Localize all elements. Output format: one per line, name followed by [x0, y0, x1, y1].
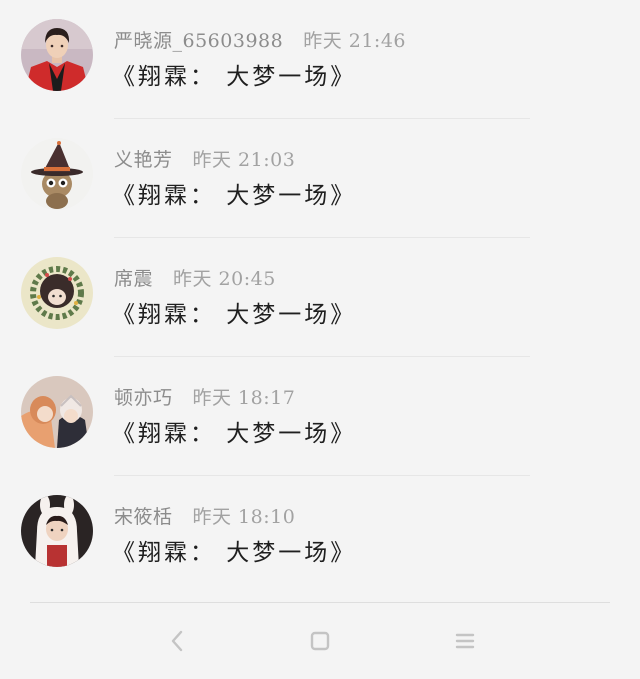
message-text: 《翔霖： 大梦一场》: [112, 183, 357, 209]
message-text: 《翔霖： 大梦一场》: [112, 540, 357, 566]
avatar[interactable]: [21, 257, 93, 329]
list-item[interactable]: 顿亦巧 昨天 18:17 《翔霖： 大梦一场》: [0, 357, 640, 476]
timestamp: 昨天 18:10: [192, 505, 296, 528]
username[interactable]: 义艳芳: [114, 145, 173, 172]
message-text: 《翔霖： 大梦一场》: [112, 64, 357, 90]
list-item[interactable]: 严晓源_65603988 昨天 21:46 《翔霖： 大梦一场》: [0, 0, 640, 119]
avatar-anime-couple-icon: [21, 376, 93, 448]
username[interactable]: 严晓源_65603988: [114, 26, 283, 53]
message-text: 《翔霖： 大梦一场》: [112, 421, 357, 447]
username[interactable]: 顿亦巧: [114, 383, 173, 410]
chevron-left-icon: [171, 630, 183, 652]
system-navigation-bar: [0, 615, 640, 667]
list-item[interactable]: 席震 昨天 20:45 《翔霖： 大梦一场》: [0, 238, 640, 357]
message-meta: 严晓源_65603988 昨天 21:46: [114, 26, 406, 52]
timestamp: 昨天 21:46: [303, 29, 407, 52]
username[interactable]: 席震: [114, 264, 153, 291]
avatar[interactable]: [21, 495, 93, 567]
timestamp: 昨天 20:45: [173, 267, 276, 290]
message-text: 《翔霖： 大梦一场》: [112, 302, 357, 328]
navbar-divider: [30, 602, 610, 603]
timestamp: 昨天 21:03: [192, 148, 296, 171]
list-item[interactable]: 宋筱栝 昨天 18:10 《翔霖： 大梦一场》: [0, 476, 640, 595]
square-home-icon: [310, 631, 330, 651]
avatar-boy-red-jacket-icon: [21, 19, 93, 91]
avatar-boy-bunny-hood-icon: [21, 495, 93, 567]
timestamp: 昨天 18:17: [192, 386, 296, 409]
message-meta: 义艳芳 昨天 21:03: [114, 145, 295, 171]
message-list: 严晓源_65603988 昨天 21:46 《翔霖： 大梦一场》 义艳芳 昨天 …: [0, 0, 640, 595]
username[interactable]: 宋筱栝: [114, 502, 173, 529]
message-meta: 顿亦巧 昨天 18:17: [114, 383, 295, 409]
back-button[interactable]: [161, 625, 193, 657]
hamburger-menu-icon: [455, 633, 475, 649]
avatar-wreath-girl-icon: [21, 257, 93, 329]
avatar-witch-cat-icon: [21, 138, 93, 210]
avatar[interactable]: [21, 138, 93, 210]
list-item[interactable]: 义艳芳 昨天 21:03 《翔霖： 大梦一场》: [0, 119, 640, 238]
avatar[interactable]: [21, 376, 93, 448]
menu-button[interactable]: [449, 625, 481, 657]
home-button[interactable]: [304, 625, 336, 657]
message-meta: 席震 昨天 20:45: [114, 264, 276, 290]
avatar[interactable]: [21, 19, 93, 91]
message-meta: 宋筱栝 昨天 18:10: [114, 502, 295, 528]
